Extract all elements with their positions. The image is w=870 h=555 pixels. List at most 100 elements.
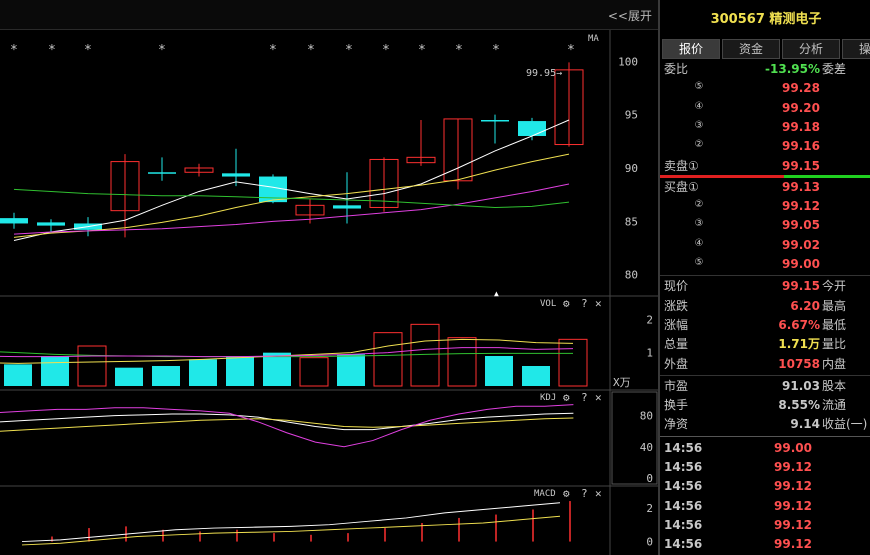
stat-value: 1.71万 (778, 337, 820, 352)
ask-row[interactable]: 卖盘① 99.15 (660, 157, 870, 176)
help-icon: ? (581, 391, 588, 404)
stat-value: 6.20 (790, 298, 820, 313)
stat-value: 10758 (778, 356, 820, 371)
bid-row[interactable]: ⑤ 99.00 (660, 255, 870, 274)
stat-label: 外盘 (664, 356, 689, 371)
bid-level-icon: ③ (694, 218, 704, 230)
event-star-icon: * (307, 43, 315, 58)
bid-row[interactable]: ③ 99.05 (660, 216, 870, 235)
ask-level-icon: ③ (694, 119, 704, 131)
weicha-label: 委差 (822, 62, 847, 76)
expand-button[interactable]: <<展开 (608, 7, 652, 24)
tab-operation[interactable]: 操作 (842, 39, 870, 59)
event-star-icon: * (345, 43, 353, 58)
stat-row: 涨跌 6.20 最高 (660, 297, 870, 316)
stat-label: 总量 (664, 337, 689, 352)
stat-label-right: 今开 (822, 279, 847, 294)
ask-row[interactable]: ④ 99.20 (660, 99, 870, 118)
tab-analysis[interactable]: 分析 (782, 39, 840, 59)
trade-price: 99.12 (774, 537, 812, 552)
fund-label: 市盈 (664, 378, 689, 393)
price-tick-label: 100 (618, 55, 638, 68)
fund-value: 8.55% (778, 398, 820, 413)
volume-bar (152, 366, 180, 386)
volume-bar (115, 367, 143, 386)
stat-row: 外盘 10758 内盘 (660, 355, 870, 374)
trade-time: 14:56 (664, 537, 703, 552)
divider (660, 275, 870, 277)
fund-row: 市盈 91.03 股本 (660, 377, 870, 396)
event-star-icon: * (492, 43, 500, 58)
event-star-icon: * (418, 43, 426, 58)
candle-body (0, 218, 28, 224)
trade-row: 14:56 99.12 (660, 535, 870, 554)
divider (660, 435, 870, 437)
bid-level-icon: ② (694, 199, 704, 211)
bid-level-icon: ⑤ (694, 257, 704, 268)
bid-level-icon: ④ (694, 237, 704, 249)
macd-tick-label: 2 (646, 502, 653, 515)
ask-level-icon: ⑤ (694, 81, 704, 93)
fund-label-right: 收益(一) (822, 417, 868, 432)
volume-bar (41, 356, 69, 386)
ask-price: 99.20 (782, 100, 820, 115)
price-tick-label: 95 (625, 109, 638, 122)
event-star-icon: * (455, 43, 463, 58)
event-star-icon: * (10, 43, 18, 58)
settings-icon: ⚙ (563, 487, 570, 500)
event-star-icon: * (158, 43, 166, 58)
tab-quote[interactable]: 报价 (662, 39, 720, 59)
weibi-row: 委比 -13.95% 委差 (660, 60, 870, 79)
last-price-label: 99.95→ (526, 68, 562, 79)
trade-price: 99.12 (774, 460, 812, 474)
trade-price: 99.00 (774, 440, 812, 455)
stat-label-right: 量比 (822, 337, 847, 352)
close-icon: ✕ (595, 297, 602, 310)
stat-row: 涨幅 6.67% 最低 (660, 316, 870, 335)
bid-price: 99.12 (782, 199, 820, 214)
candle-body (148, 172, 176, 174)
trade-time: 14:56 (664, 460, 703, 474)
bid-price: 99.13 (782, 179, 820, 194)
price-tick-label: 90 (625, 162, 638, 175)
bid-row[interactable]: ② 99.12 (660, 197, 870, 216)
event-star-icon: * (567, 43, 575, 58)
ask-row[interactable]: ② 99.16 (660, 137, 870, 156)
kdj-tick-label: 40 (640, 441, 653, 454)
help-icon: ? (581, 487, 588, 500)
kline-chart[interactable]: * * * * * * * * * * * *MA1009590858099.95→▲VOL ⚙? ✕21… (0, 0, 658, 555)
candle-body (481, 120, 509, 122)
chart-toolbar: <<展开 (0, 0, 658, 30)
bid-row[interactable]: ④ 99.02 (660, 236, 870, 255)
trade-row: 14:56 99.12 (660, 497, 870, 516)
stat-row: 总量 1.71万 量比 (660, 335, 870, 354)
close-icon: ✕ (595, 391, 602, 404)
event-star-icon: * (84, 43, 92, 58)
stat-label: 涨跌 (664, 298, 689, 313)
ask-price: 99.18 (782, 119, 820, 134)
trade-time: 14:56 (664, 517, 703, 532)
stat-label-right: 最低 (822, 317, 847, 332)
ask-price: 99.28 (782, 81, 820, 96)
fund-value: 9.14 (790, 417, 820, 432)
vol-tick-label: 2 (646, 313, 653, 326)
event-star-icon: * (269, 43, 277, 58)
kdj-title: KDJ (540, 393, 556, 403)
price-tick-label: 85 (625, 215, 638, 228)
tab-funds[interactable]: 资金 (722, 39, 780, 59)
price-tick-label: 80 (625, 269, 638, 282)
candle-body (333, 205, 361, 209)
trade-price: 99.12 (774, 498, 812, 513)
candle-body (37, 222, 65, 226)
bid-row[interactable]: 买盘① 99.13 (660, 178, 870, 197)
ask-level-icon: ② (694, 139, 704, 151)
volume-bar (4, 364, 32, 386)
volume-bar (522, 366, 550, 386)
trade-price: 99.12 (774, 517, 812, 532)
trade-row: 14:56 99.12 (660, 477, 870, 496)
weibi-value: -13.95% (765, 62, 820, 76)
ask-row[interactable]: ⑤ 99.28 (660, 79, 870, 98)
ask-row[interactable]: ③ 99.18 (660, 118, 870, 137)
volume-bar (485, 356, 513, 386)
settings-icon: ⚙ (563, 391, 570, 404)
